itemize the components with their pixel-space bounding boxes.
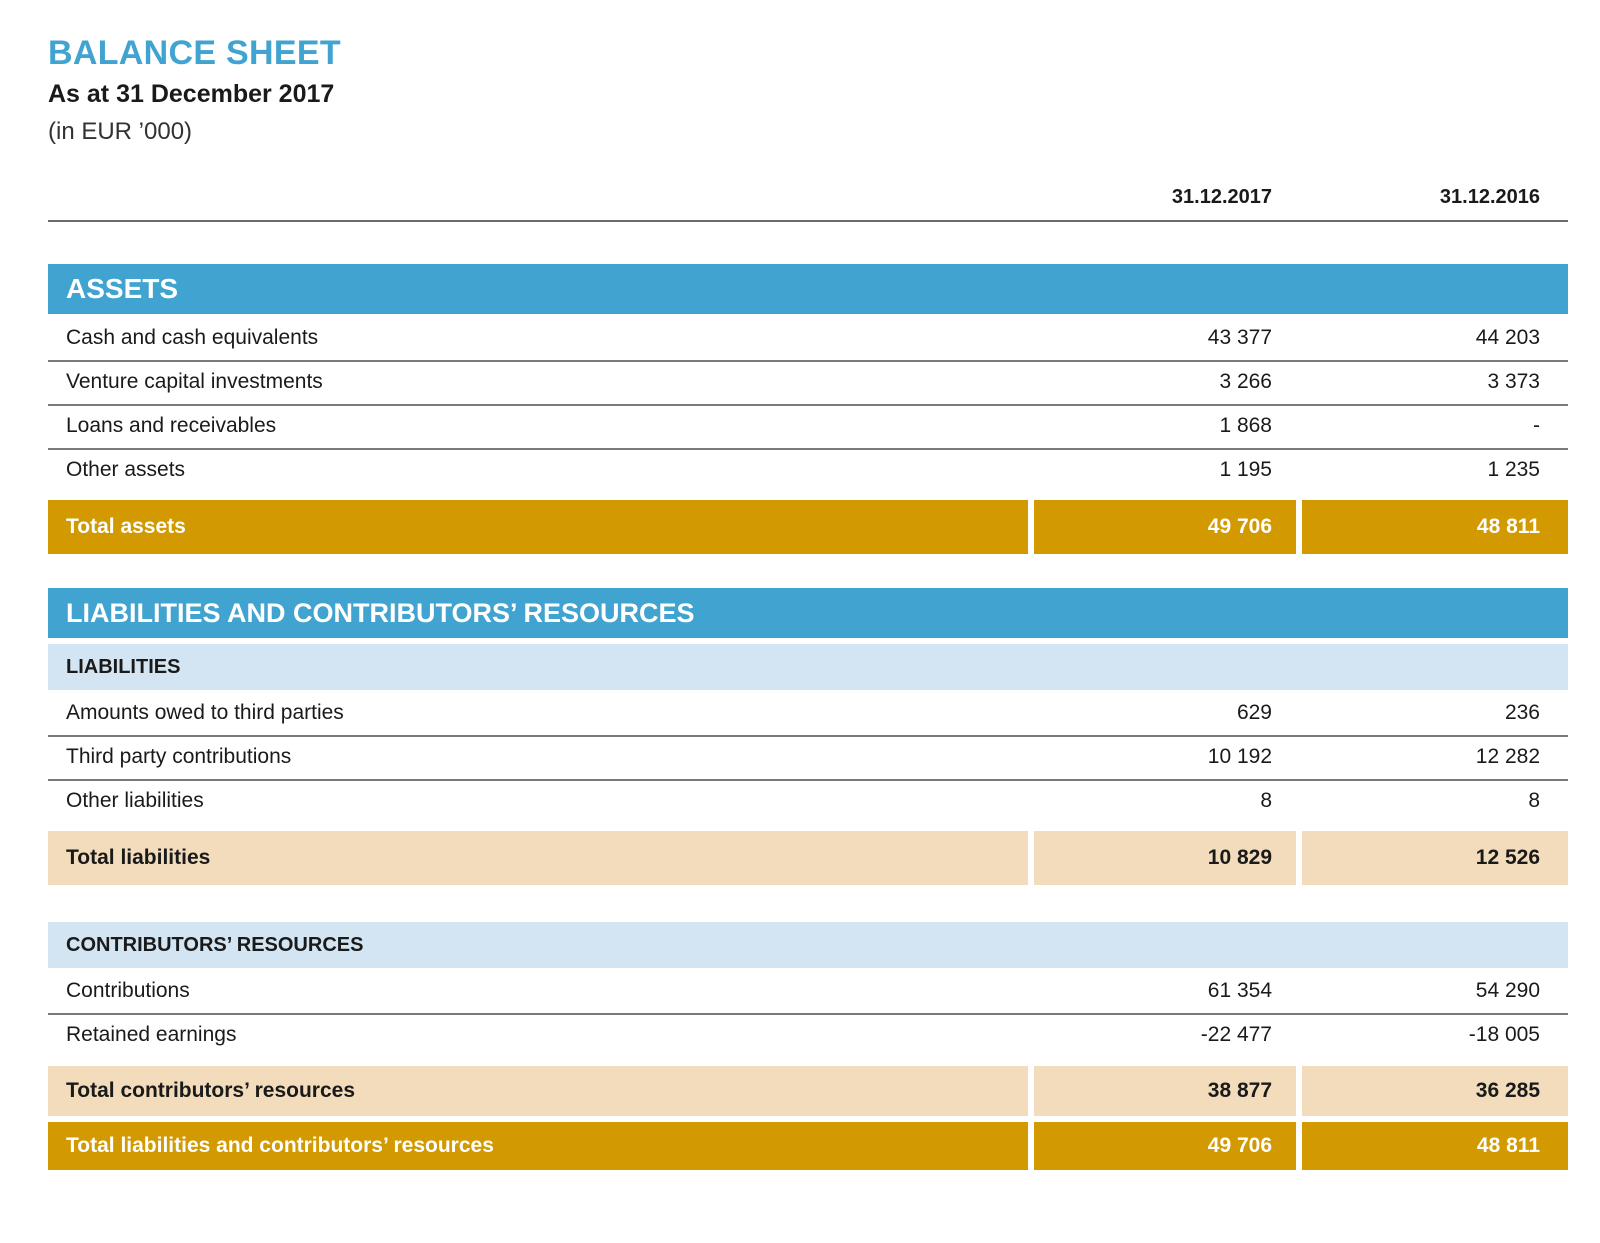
section-heading-liabilities-resources: LIABILITIES AND CONTRIBUTORS’ RESOURCES [48,588,1568,638]
unit-note: (in EUR ’000) [48,118,193,145]
table-row: Loans and receivables 1 868 - [48,404,1568,450]
subsection-heading-contributors-resources: CONTRIBUTORS’ RESOURCES [48,922,1568,968]
page-title: BALANCE SHEET [48,34,341,72]
row-label: Retained earnings [66,1023,237,1046]
total-value-2016: 36 285 [1475,1079,1540,1102]
table-row: Contributions 61 354 54 290 [48,969,1568,1015]
value-2017: 1 195 [1219,458,1272,481]
total-label: Total assets [66,515,186,538]
total-value-2017: 49 706 [1207,1134,1272,1157]
value-2016: 54 290 [1475,979,1540,1002]
value-2017: 1 868 [1219,414,1272,437]
value-2017: 3 266 [1219,370,1272,393]
row-label: Other liabilities [66,789,204,812]
row-label: Loans and receivables [66,414,277,437]
total-value-2016: 48 811 [1476,515,1540,538]
table-row: Retained earnings -22 477 -18 005 [48,1013,1568,1057]
value-2017: 10 192 [1207,745,1272,768]
value-2016: 8 [1528,789,1540,812]
table-row: Venture capital investments 3 266 3 373 [48,360,1568,406]
table-row: Cash and cash equivalents 43 377 44 203 [48,316,1568,362]
value-2016: - [1533,414,1540,437]
total-label: Total liabilities and contributors’ reso… [66,1134,494,1157]
value-2017: 8 [1260,789,1272,812]
value-2017: 629 [1236,701,1272,724]
page-subtitle: As at 31 December 2017 [48,80,335,108]
value-2016: 3 373 [1487,370,1540,393]
row-label: Other assets [66,458,186,481]
subsection-heading-liabilities: LIABILITIES [48,644,1568,690]
row-label: Third party contributions [66,745,292,768]
column-header-2016: 31.12.2016 [1439,186,1540,208]
section-heading-assets: ASSETS [48,264,1568,314]
row-label: Cash and cash equivalents [66,326,319,349]
total-value-2016: 48 811 [1476,1134,1540,1157]
total-value-2017: 49 706 [1207,515,1272,538]
row-label: Contributions [66,979,190,1002]
table-row: Third party contributions 10 192 12 282 [48,735,1568,781]
table-row: Other assets 1 195 1 235 [48,448,1568,492]
table-row: Amounts owed to third parties 629 236 [48,691,1568,737]
header-divider [48,220,1568,222]
total-row-contributors-resources: Total contributors’ resources 38 877 36 … [48,1066,1568,1116]
total-label: Total liabilities [66,846,211,869]
column-header-2017: 31.12.2017 [1171,186,1272,208]
total-row-assets: Total assets 49 706 48 811 [48,500,1568,554]
value-2016: 12 282 [1475,745,1540,768]
value-2016: 236 [1504,701,1540,724]
total-label: Total contributors’ resources [66,1079,356,1102]
grand-total-row: Total liabilities and contributors’ reso… [48,1122,1568,1170]
value-2017: -22 477 [1200,1023,1272,1046]
total-value-2017: 10 829 [1207,846,1272,869]
row-label: Venture capital investments [66,370,323,393]
value-2017: 43 377 [1207,326,1272,349]
row-label: Amounts owed to third parties [66,701,344,724]
total-label-cell [48,500,1028,554]
total-row-liabilities: Total liabilities 10 829 12 526 [48,831,1568,885]
total-value-2017: 38 877 [1207,1079,1272,1102]
balance-sheet-page: BALANCE SHEET As at 31 December 2017 (in… [0,0,1600,1243]
value-2016: -18 005 [1468,1023,1540,1046]
value-2016: 1 235 [1487,458,1540,481]
total-value-2016: 12 526 [1475,846,1540,869]
value-2017: 61 354 [1207,979,1272,1002]
table-row: Other liabilities 8 8 [48,779,1568,823]
value-2016: 44 203 [1475,326,1540,349]
